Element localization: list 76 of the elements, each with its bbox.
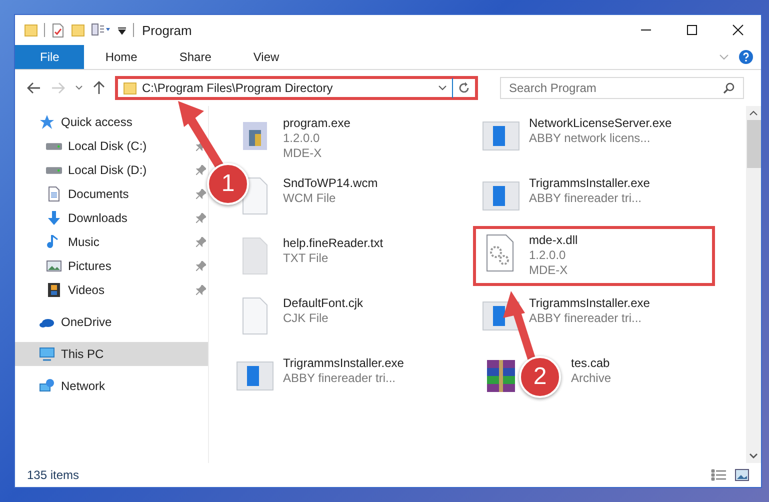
details-view-icon[interactable] bbox=[711, 469, 727, 481]
sidebar-item[interactable]: Documents bbox=[15, 182, 208, 206]
download-icon bbox=[46, 210, 62, 226]
ribbon-tab[interactable]: Home bbox=[84, 45, 158, 69]
search-icon bbox=[723, 82, 735, 94]
film-icon bbox=[46, 282, 62, 298]
file-detail: MDE-X bbox=[283, 146, 323, 161]
address-path: C:\Program Files\Program Directory bbox=[142, 81, 334, 95]
ribbon-tab[interactable]: View bbox=[232, 45, 300, 69]
help-icon[interactable] bbox=[739, 50, 753, 64]
sidebar-item[interactable]: Local Disk (C:) bbox=[15, 134, 208, 158]
picture-frame-icon bbox=[46, 258, 62, 274]
star-icon bbox=[39, 114, 55, 130]
sidebar-item[interactable]: Local Disk (D:) bbox=[15, 158, 208, 182]
address-bar[interactable]: C:\Program Files\Program Directory bbox=[115, 76, 478, 100]
pin-icon[interactable] bbox=[196, 237, 206, 247]
file-detail: ABBY finereader tri... bbox=[529, 311, 642, 326]
scrollbar-thumb[interactable] bbox=[746, 120, 760, 168]
file-detail: Archive bbox=[571, 371, 612, 386]
sidebar-item[interactable]: Downloads bbox=[15, 206, 208, 230]
file-name: TrigrammsInstaller.exe bbox=[529, 296, 650, 311]
file-detail: ABBY network licens... bbox=[529, 131, 652, 146]
pin-icon[interactable] bbox=[196, 213, 206, 223]
chevron-down-icon[interactable] bbox=[438, 85, 447, 91]
sidebar-item[interactable]: This PC bbox=[15, 342, 208, 366]
file-detail: CJK File bbox=[283, 311, 330, 326]
thumbnail-view-icon[interactable] bbox=[735, 469, 749, 481]
pin-icon[interactable] bbox=[196, 141, 206, 151]
sidebar-item[interactable]: Pictures bbox=[15, 254, 208, 278]
file-name: TrigrammsInstaller.exe bbox=[529, 176, 650, 191]
item-count: 135 items bbox=[27, 468, 80, 482]
file-detail: MDE-X bbox=[529, 263, 569, 278]
ribbon-tab[interactable]: Share bbox=[158, 45, 232, 69]
properties-icon[interactable] bbox=[51, 22, 65, 38]
sidebar-item[interactable]: OneDrive bbox=[15, 310, 208, 334]
file-name: SndToWP14.wcm bbox=[283, 176, 378, 191]
expand-ribbon-icon[interactable] bbox=[719, 53, 729, 61]
file-name: help.fineReader.txt bbox=[283, 236, 384, 251]
view-options-icon[interactable] bbox=[91, 23, 111, 37]
up-icon[interactable] bbox=[93, 81, 105, 95]
pin-icon[interactable] bbox=[196, 165, 206, 175]
recent-locations-icon[interactable] bbox=[75, 85, 83, 91]
back-icon[interactable] bbox=[27, 82, 41, 94]
file-detail: ABBY finereader tri... bbox=[283, 371, 396, 386]
maximize-icon bbox=[686, 24, 698, 36]
monitor-icon bbox=[39, 346, 55, 362]
file-detail: 1.2.0.0 bbox=[283, 131, 321, 146]
pin-icon[interactable] bbox=[196, 261, 206, 271]
sidebar-item[interactable]: Quick access bbox=[15, 110, 208, 134]
sidebar-item[interactable]: Videos bbox=[15, 278, 208, 302]
file-name: program.exe bbox=[283, 116, 350, 131]
file-detail: ABBY finereader tri... bbox=[529, 191, 642, 206]
refresh-icon[interactable] bbox=[458, 82, 470, 94]
document-icon bbox=[46, 186, 62, 202]
file-name: DefaultFont.cjk bbox=[283, 296, 364, 311]
scroll-up-icon[interactable] bbox=[749, 110, 758, 116]
close-icon bbox=[732, 24, 744, 36]
file-detail: 1.2.0.0 bbox=[529, 248, 567, 263]
window-title: Program bbox=[142, 22, 192, 38]
file-name: tes.cab bbox=[571, 356, 611, 371]
ribbon-tab[interactable]: File bbox=[15, 45, 84, 69]
file-name: TrigrammsInstaller.exe bbox=[283, 356, 404, 371]
network-icon bbox=[39, 378, 55, 394]
pin-icon[interactable] bbox=[196, 189, 206, 199]
sidebar-item[interactable]: Network bbox=[15, 374, 208, 398]
sidebar-item[interactable]: Music bbox=[15, 230, 208, 254]
drive-icon bbox=[46, 166, 62, 174]
drive-icon bbox=[46, 142, 62, 150]
file-detail: TXT File bbox=[283, 251, 330, 266]
file-detail: WCM File bbox=[283, 191, 337, 206]
file-name: mde-x.dll bbox=[529, 233, 578, 248]
pin-icon[interactable] bbox=[196, 285, 206, 295]
search-field[interactable]: Search Program bbox=[500, 77, 744, 99]
file-name: NetworkLicenseServer.exe bbox=[529, 116, 672, 131]
folder-icon bbox=[123, 82, 137, 94]
scroll-down-icon[interactable] bbox=[749, 453, 758, 459]
